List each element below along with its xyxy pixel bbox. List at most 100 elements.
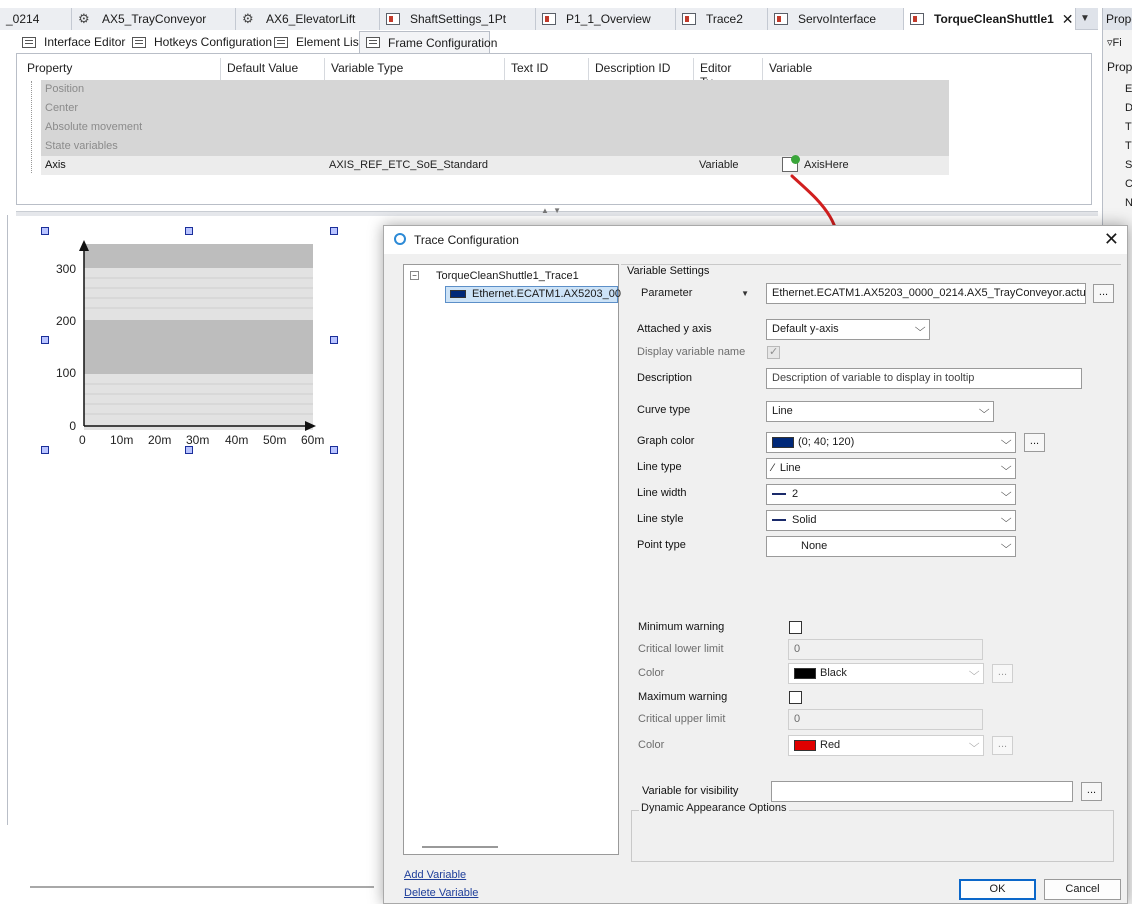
dialog-title-bar[interactable]: Trace Configuration ✕: [384, 226, 1127, 254]
tree-node-trace[interactable]: TorqueCleanShuttle1_Trace1: [436, 270, 579, 282]
property-row[interactable]: T: [1125, 121, 1132, 133]
tree-guide-line: [31, 81, 32, 173]
tree-node-variable[interactable]: Ethernet.ECATM1.AX5203_00: [445, 286, 621, 303]
grid-row-center[interactable]: Center: [41, 99, 949, 118]
column-header-variable-type[interactable]: Variable Type: [325, 58, 505, 80]
tab-frame-configuration[interactable]: Frame Configuration: [359, 31, 497, 53]
resize-handle-right[interactable]: [330, 336, 338, 344]
grid-row-absolute-movement[interactable]: Absolute movement: [41, 118, 949, 137]
curve-type-dropdown[interactable]: Line ⌵: [766, 401, 994, 422]
tab-0214[interactable]: _0214: [0, 8, 72, 30]
label-min-color: Color: [638, 667, 665, 679]
visualization-canvas[interactable]: 300 200 100 0 0 10m 20m 30m 40m 50m 60m: [0, 216, 383, 904]
delete-variable-link[interactable]: Delete Variable: [404, 887, 478, 899]
resize-handle-top-right[interactable]: [330, 227, 338, 235]
line-style-dropdown[interactable]: Solid ⌵: [766, 510, 1016, 531]
tab-list-dropdown-icon[interactable]: ▼: [1076, 10, 1094, 28]
graph-color-dropdown[interactable]: (0; 40; 120) ⌵: [766, 432, 1016, 453]
parameter-mode-dropdown[interactable]: Parameter ▼: [635, 283, 755, 304]
tab-element-list[interactable]: Element List: [268, 31, 362, 53]
display-variable-name-checkbox[interactable]: [767, 345, 780, 359]
critical-upper-limit-input[interactable]: 0: [788, 709, 983, 730]
trace-variable-tree: − TorqueCleanShuttle1_Trace1 Ethernet.EC…: [403, 264, 621, 855]
critical-lower-limit-input[interactable]: 0: [788, 639, 983, 660]
tab-shaftsettings[interactable]: ShaftSettings_1Pt: [380, 8, 536, 30]
property-row[interactable]: D: [1125, 102, 1132, 114]
column-header-text-id[interactable]: Text ID: [505, 58, 589, 80]
tab-torquecleanshuttle1[interactable]: TorqueCleanShuttle1 ✕: [904, 8, 1076, 30]
close-icon[interactable]: ✕: [1104, 229, 1119, 250]
resize-handle-bottom-left[interactable]: [41, 446, 49, 454]
resize-handle-left[interactable]: [41, 336, 49, 344]
tab-interface-editor[interactable]: Interface Editor: [16, 31, 126, 53]
label-line-style: Line style: [637, 513, 684, 525]
graph-color-swatch: [772, 436, 794, 448]
tab-hotkeys-configuration[interactable]: Hotkeys Configuration: [126, 31, 272, 53]
maximum-warning-checkbox[interactable]: [789, 691, 802, 704]
chevron-down-icon: ⌵: [1000, 461, 1012, 473]
interface-editor-icon: [22, 36, 36, 48]
property-row[interactable]: N: [1125, 197, 1132, 209]
browse-visibility-variable-button[interactable]: ...: [1081, 782, 1102, 801]
row-label: Center: [45, 102, 79, 114]
resize-handle-top-left[interactable]: [41, 227, 49, 235]
property-row[interactable]: S: [1125, 159, 1132, 171]
close-tab-icon[interactable]: ✕: [1062, 11, 1074, 28]
add-variable-link[interactable]: Add Variable: [404, 869, 466, 881]
parameter-value-input[interactable]: Ethernet.ECATM1.AX5203_0000_0214.AX5_Tra…: [766, 283, 1086, 304]
chevron-down-icon: ⌵: [968, 666, 980, 678]
browse-variable-button[interactable]: ...: [1093, 284, 1114, 303]
x-tick-label: 0: [79, 433, 86, 447]
resize-handle-bottom-right[interactable]: [330, 446, 338, 454]
column-header-property[interactable]: Property: [21, 58, 221, 80]
tab-trace2[interactable]: Trace2: [676, 8, 768, 30]
property-row[interactable]: T: [1125, 140, 1132, 152]
grid-row-position[interactable]: Position: [41, 80, 949, 99]
chevron-down-icon: ⌵: [978, 404, 990, 416]
axis-gear-icon: ⚙: [242, 11, 254, 26]
min-color-picker-button[interactable]: ...: [992, 664, 1013, 683]
cancel-button[interactable]: Cancel: [1044, 879, 1121, 900]
label-critical-lower-limit: Critical lower limit: [638, 643, 724, 655]
tree-horizontal-scrollbar[interactable]: [422, 846, 498, 848]
splitter-arrows-icon[interactable]: ▲ ▼: [541, 206, 562, 215]
x-tick-label: 50m: [263, 433, 287, 447]
line-type-dropdown[interactable]: ⁄ Line ⌵: [766, 458, 1016, 479]
x-tick-label: 20m: [148, 433, 172, 447]
tab-ax6-elevatorlift[interactable]: ⚙ AX6_ElevatorLift: [236, 8, 380, 30]
column-header-description-id[interactable]: Description ID: [589, 58, 694, 80]
collapse-icon[interactable]: −: [410, 271, 419, 280]
minimum-warning-checkbox[interactable]: [789, 621, 802, 634]
filter-button[interactable]: ▿Fi: [1107, 36, 1122, 49]
line-width-dropdown[interactable]: 2 ⌵: [766, 484, 1016, 505]
max-color-dropdown[interactable]: Red ⌵: [788, 735, 984, 756]
property-row[interactable]: E: [1125, 83, 1132, 95]
graph-color-picker-button[interactable]: ...: [1024, 433, 1045, 452]
point-type-dropdown[interactable]: None ⌵: [766, 536, 1016, 557]
x-tick-label: 10m: [110, 433, 134, 447]
ok-button[interactable]: OK: [959, 879, 1036, 900]
attached-y-axis-dropdown[interactable]: Default y-axis ⌵: [766, 319, 930, 340]
variable-for-visibility-input[interactable]: [771, 781, 1073, 802]
trace-band: [84, 320, 313, 374]
frame-configuration-grid: Property Default Value Variable Type Tex…: [16, 53, 1092, 205]
resize-handle-bottom[interactable]: [185, 446, 193, 454]
tab-p1-overview[interactable]: P1_1_Overview: [536, 8, 676, 30]
tab-label: AX5_TrayConveyor: [102, 12, 207, 26]
visualization-icon: [910, 13, 924, 25]
label-description: Description: [637, 372, 693, 384]
max-color-picker-button[interactable]: ...: [992, 736, 1013, 755]
dropdown-arrow-icon: ▼: [741, 289, 749, 298]
tab-servointerface[interactable]: ServoInterface: [768, 8, 904, 30]
resize-handle-top[interactable]: [185, 227, 193, 235]
property-row[interactable]: C: [1125, 178, 1132, 190]
grid-row-state-variables[interactable]: State variables: [41, 137, 949, 156]
column-header-default-value[interactable]: Default Value: [221, 58, 325, 80]
canvas-horizontal-scrollbar[interactable]: [30, 886, 374, 888]
description-input[interactable]: Description of variable to display in to…: [766, 368, 1082, 389]
max-color-swatch: [794, 739, 816, 751]
tab-ax5-trayconveyor[interactable]: ⚙ AX5_TrayConveyor: [72, 8, 236, 30]
column-header-variable[interactable]: Variable: [763, 58, 933, 80]
min-color-dropdown[interactable]: Black ⌵: [788, 663, 984, 684]
column-header-editor-type[interactable]: Editor Ty...: [694, 58, 763, 89]
